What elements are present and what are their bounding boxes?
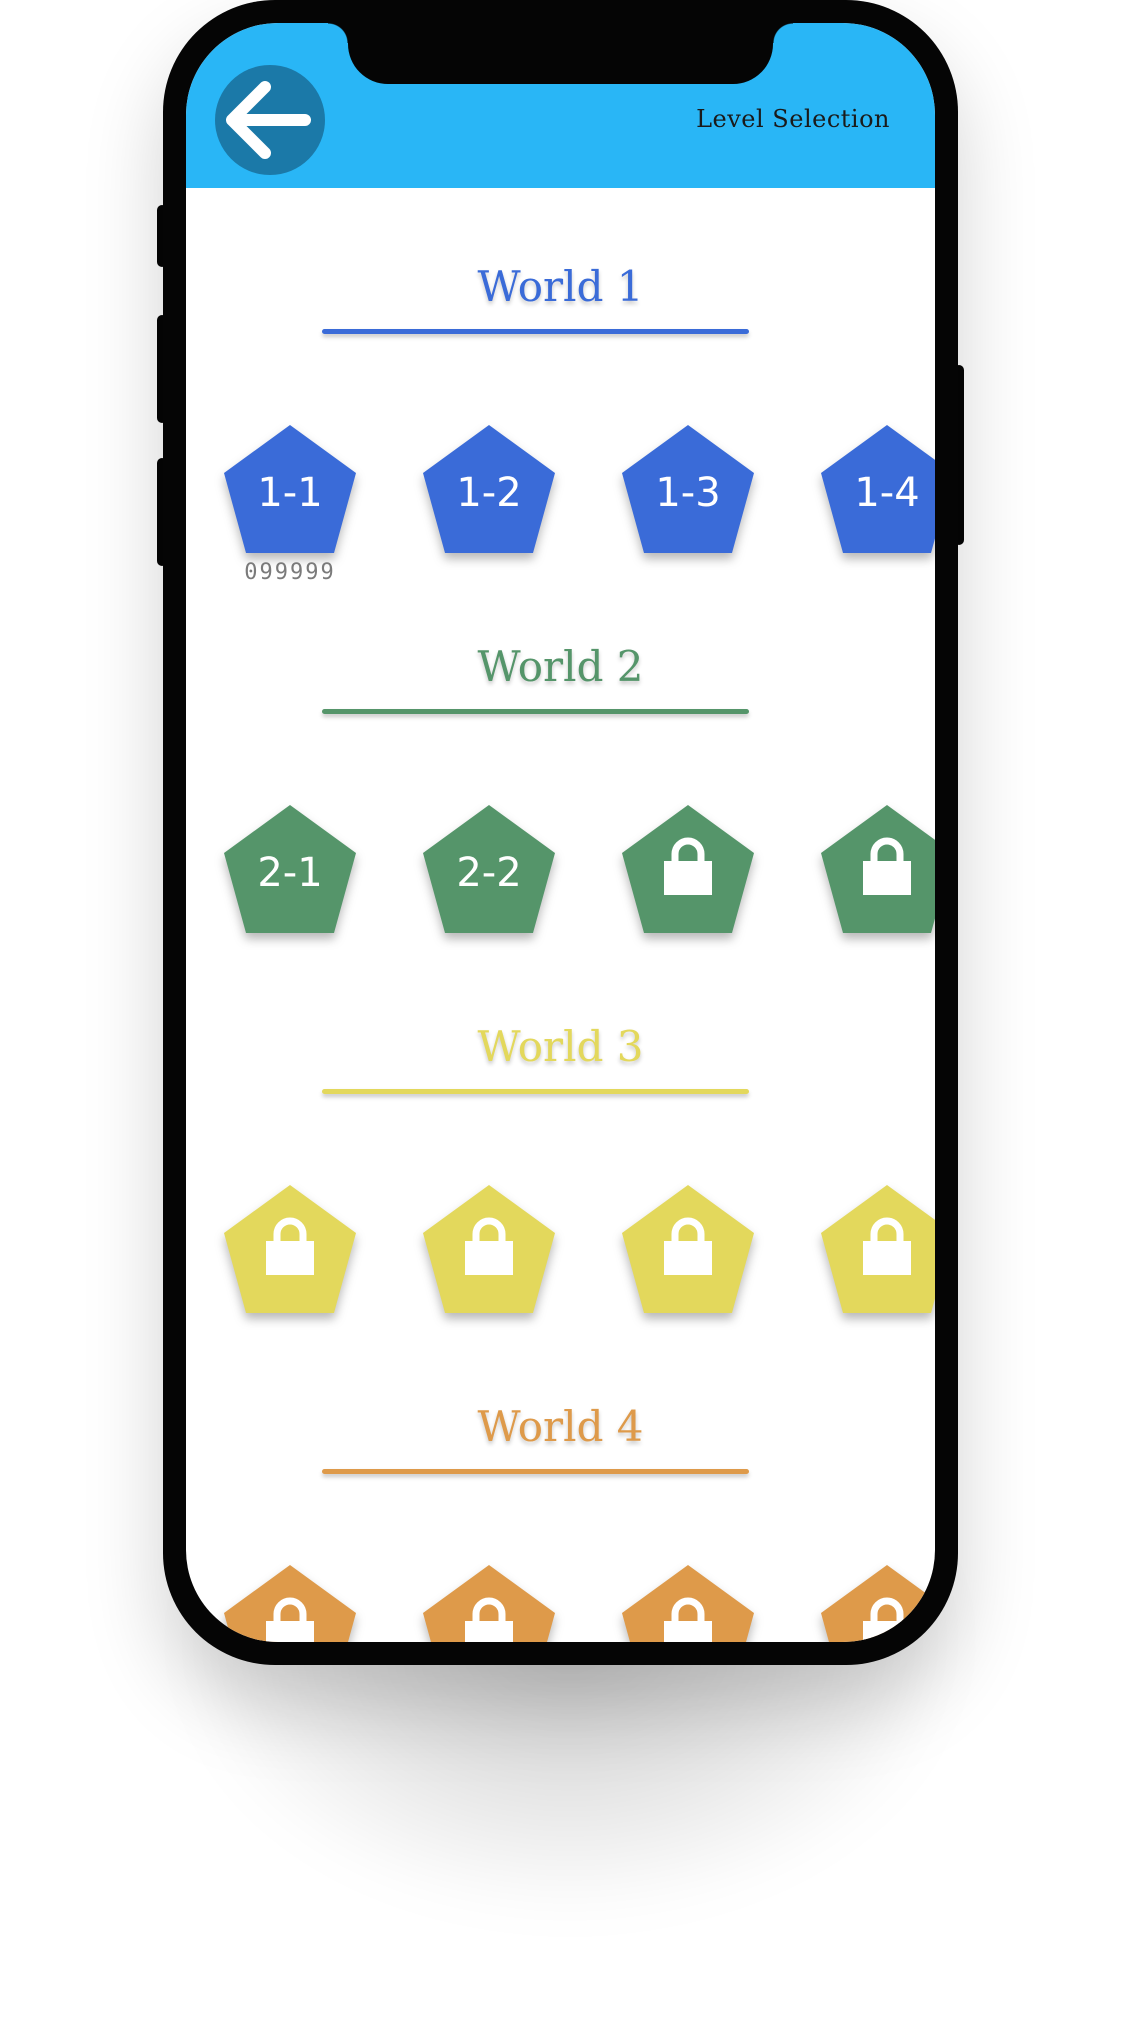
- world-section: World 4: [186, 1328, 935, 1642]
- lock-icon: [266, 1597, 314, 1642]
- locked-level-button[interactable]: [821, 1185, 935, 1313]
- phone-screen: Level Selection World 1 1-1 099999 1-2 1-3 1-…: [186, 23, 935, 1642]
- back-button[interactable]: [215, 65, 325, 175]
- locked-level-button[interactable]: [224, 1185, 356, 1313]
- level-button[interactable]: 1-2: [423, 425, 555, 553]
- locked-level-button[interactable]: [622, 1185, 754, 1313]
- lock-icon: [266, 1217, 314, 1275]
- locked-level-button[interactable]: [821, 805, 935, 933]
- level-button[interactable]: 1-4: [821, 425, 935, 553]
- notch: [328, 23, 793, 84]
- level-label: 2-1: [257, 850, 323, 896]
- locked-level-button[interactable]: [423, 1185, 555, 1313]
- lock-icon: [664, 1597, 712, 1642]
- page-title: Level Selection: [696, 105, 890, 133]
- device-mockup: Level Selection World 1 1-1 099999 1-2 1-3 1-…: [0, 0, 1126, 2032]
- world-title: World 2: [477, 642, 644, 691]
- locked-level-button[interactable]: [224, 1565, 356, 1642]
- level-label: 1-4: [854, 470, 920, 516]
- level-label: 2-2: [456, 850, 522, 896]
- lock-icon: [664, 837, 712, 895]
- world-section: World 3: [186, 948, 935, 1328]
- arrow-left-icon: [226, 81, 311, 159]
- world-divider: [322, 1469, 749, 1474]
- level-label: 1-3: [655, 470, 721, 516]
- world-title: World 3: [477, 1022, 644, 1071]
- locked-level-button[interactable]: [622, 1565, 754, 1642]
- locked-level-button[interactable]: [622, 805, 754, 933]
- world-divider: [322, 1089, 749, 1094]
- world-list: World 1 1-1 099999 1-2 1-3 1-4 World 2 2-1 2-2 Wo…: [186, 188, 935, 1642]
- level-button[interactable]: 1-3: [622, 425, 754, 553]
- locked-level-button[interactable]: [821, 1565, 935, 1642]
- level-label: 1-1: [257, 470, 323, 516]
- lock-icon: [664, 1217, 712, 1275]
- lock-icon: [863, 837, 911, 895]
- lock-icon: [465, 1597, 513, 1642]
- level-label: 1-2: [456, 470, 522, 516]
- world-section: World 1 1-1 099999 1-2 1-3 1-4: [186, 188, 935, 585]
- world-divider: [322, 329, 749, 334]
- level-button[interactable]: 1-1: [224, 425, 356, 553]
- world-section: World 2 2-1 2-2: [186, 568, 935, 948]
- world-title: World 1: [477, 262, 644, 311]
- level-button[interactable]: 2-1: [224, 805, 356, 933]
- lock-icon: [863, 1217, 911, 1275]
- lock-icon: [863, 1597, 911, 1642]
- world-divider: [322, 709, 749, 714]
- level-button[interactable]: 2-2: [423, 805, 555, 933]
- world-title: World 4: [477, 1402, 644, 1451]
- locked-level-button[interactable]: [423, 1565, 555, 1642]
- phone-frame: Level Selection World 1 1-1 099999 1-2 1-3 1-…: [163, 0, 958, 1665]
- lock-icon: [465, 1217, 513, 1275]
